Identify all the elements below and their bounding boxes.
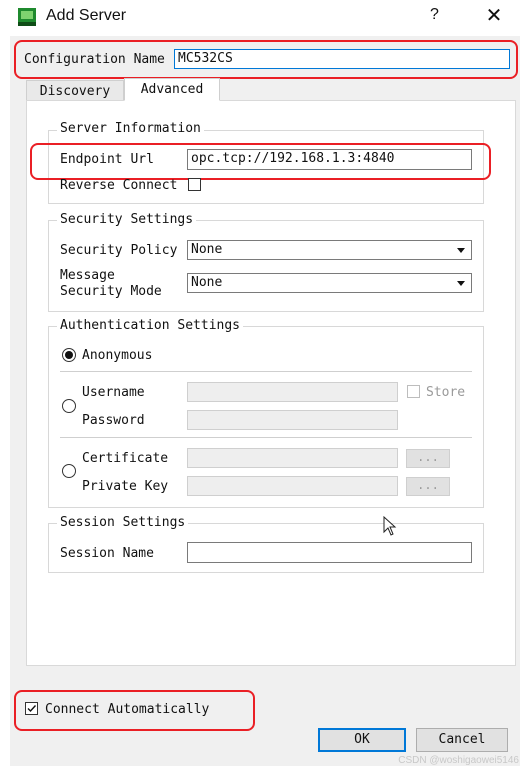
security-policy-value: None [191,242,223,257]
config-name-label: Configuration Name [24,52,165,67]
checkmark-icon [27,705,37,713]
mouse-cursor-icon [383,516,397,536]
auth-divider-2 [60,437,472,438]
auth-divider-1 [60,371,472,372]
security-policy-select[interactable]: None [187,240,472,260]
private-key-input[interactable] [187,476,398,496]
title-bar: Add Server ? ✕ [0,0,525,34]
message-security-mode-label-line1: Message [60,268,115,283]
tab-discovery[interactable]: Discovery [26,80,124,100]
reverse-connect-label: Reverse Connect [60,178,178,193]
username-radio[interactable] [62,399,76,413]
session-name-input[interactable] [187,542,472,563]
anonymous-radio[interactable] [62,348,76,362]
chevron-down-icon [457,281,465,286]
username-label: Username [82,385,145,400]
help-icon[interactable]: ? [430,6,439,24]
close-icon[interactable]: ✕ [480,3,508,29]
endpoint-url-label: Endpoint Url [60,152,154,167]
config-name-input[interactable]: MC532CS [174,49,510,69]
certificate-browse-button[interactable]: ... [406,449,450,468]
cancel-button[interactable]: Cancel [416,728,508,752]
reverse-connect-checkbox[interactable] [188,178,201,191]
store-checkbox[interactable] [407,385,420,398]
app-icon [18,8,36,26]
message-security-mode-label-line2: Security Mode [60,284,162,299]
tab-advanced[interactable]: Advanced [124,78,220,101]
message-security-mode-label: Message Security Mode [60,268,162,300]
certificate-label: Certificate [82,451,169,466]
server-information-title: Server Information [57,121,204,136]
endpoint-url-input[interactable]: opc.tcp://192.168.1.3:4840 [187,149,472,170]
connect-automatically-label: Connect Automatically [45,702,210,717]
session-name-label: Session Name [60,546,154,561]
ok-button[interactable]: OK [318,728,406,752]
watermark: CSDN @woshigaowei5146 [398,755,519,766]
authentication-settings-title: Authentication Settings [57,318,244,333]
message-security-mode-value: None [191,275,223,290]
connect-automatically-checkbox[interactable] [25,702,38,715]
password-label: Password [82,413,145,428]
certificate-radio[interactable] [62,464,76,478]
chevron-down-icon [457,248,465,253]
security-policy-label: Security Policy [60,243,178,258]
session-settings-title: Session Settings [57,515,189,530]
store-label: Store [426,385,466,400]
security-settings-title: Security Settings [57,212,197,227]
private-key-browse-button[interactable]: ... [406,477,450,496]
certificate-input[interactable] [187,448,398,468]
anonymous-label: Anonymous [82,348,153,363]
private-key-label: Private Key [82,479,169,494]
window-title: Add Server [46,7,127,24]
password-input[interactable] [187,410,398,430]
message-security-mode-select[interactable]: None [187,273,472,293]
username-input[interactable] [187,382,398,402]
